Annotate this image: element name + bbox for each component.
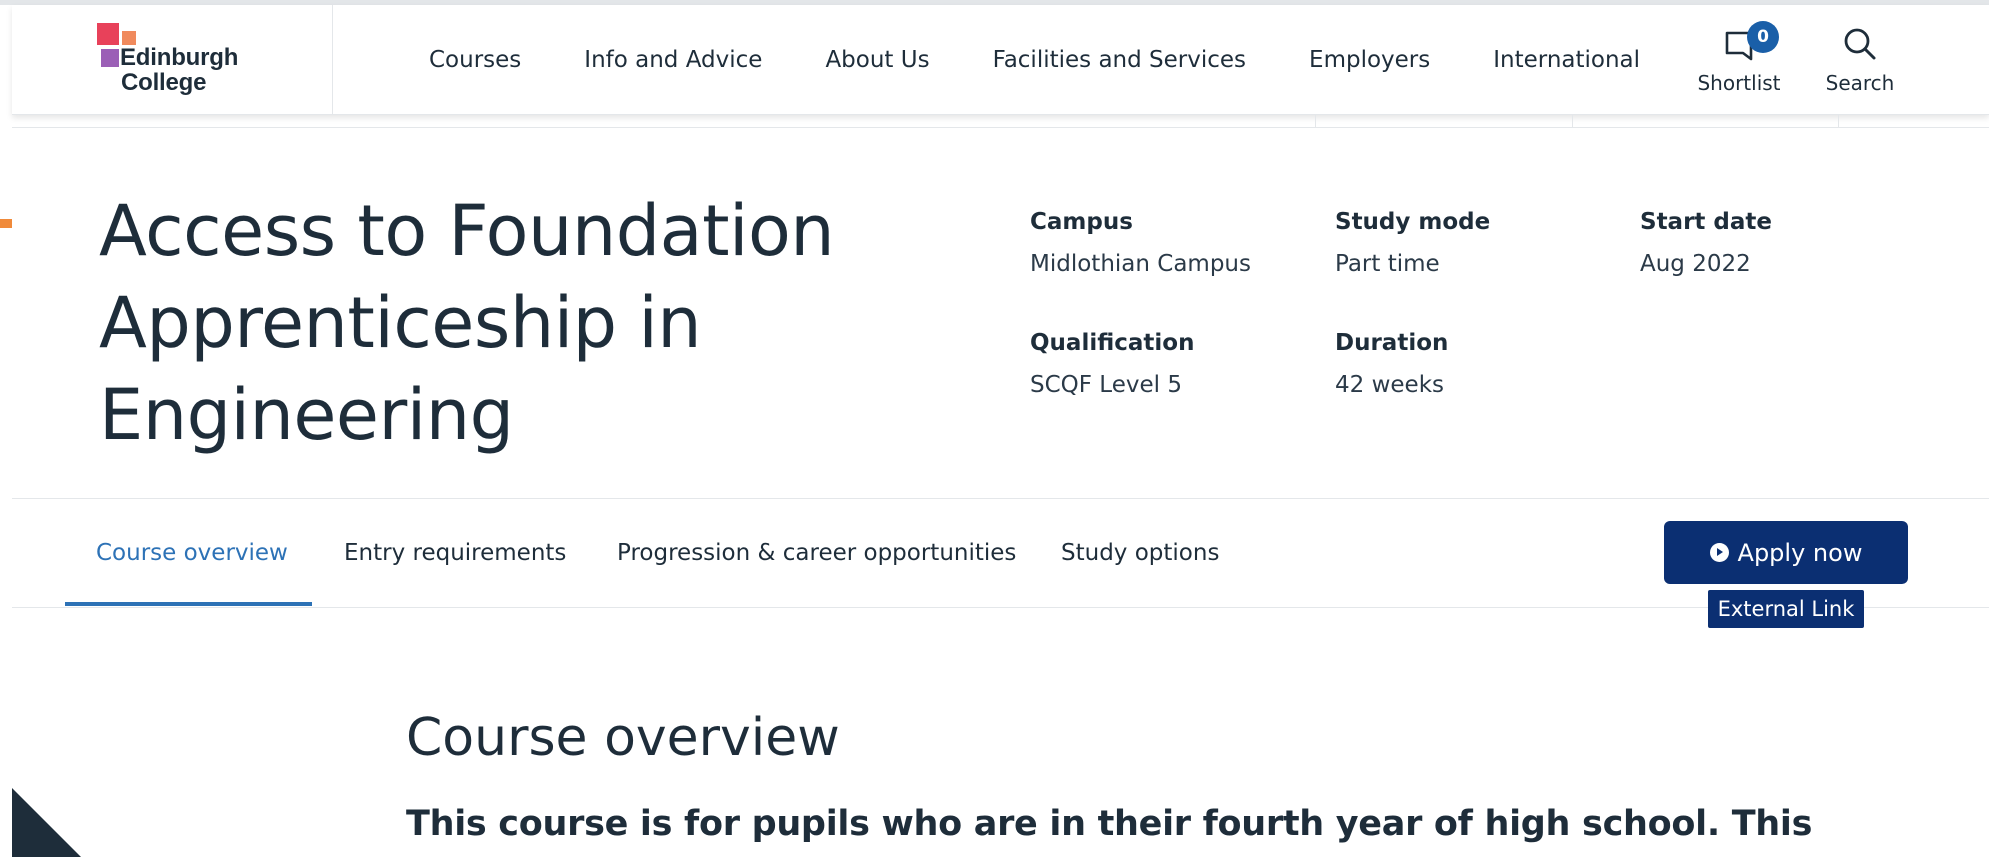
overview-heading: Course overview <box>406 708 840 768</box>
campus-label: Campus <box>1030 209 1133 235</box>
nav-international[interactable]: International <box>1493 47 1640 73</box>
logo-square-purple <box>101 49 119 67</box>
divider-tick <box>1315 115 1316 127</box>
shortlist-count-badge: 0 <box>1747 21 1779 53</box>
meta-study-mode: Study mode Part time <box>1335 207 1490 279</box>
site-header: Edinburgh College Courses Info and Advic… <box>12 5 1989 115</box>
course-title: Access to Foundation Apprenticeship in E… <box>99 190 835 456</box>
meta-qualification: Qualification SCQF Level 5 <box>1030 328 1194 400</box>
logo-square-orange <box>122 31 136 45</box>
nav-courses[interactable]: Courses <box>429 47 521 73</box>
overview-lead-text: This course is for pupils who are in the… <box>406 804 1813 844</box>
tabs-bottom-border <box>12 607 1989 608</box>
nav-employers[interactable]: Employers <box>1309 47 1430 73</box>
decorative-triangle <box>12 788 82 857</box>
duration-label: Duration <box>1335 330 1449 356</box>
tab-progression-career[interactable]: Progression & career opportunities <box>617 540 1016 566</box>
nav-about-us[interactable]: About Us <box>825 47 929 73</box>
logo-wordmark: Edinburgh College <box>120 45 238 95</box>
duration-value: 42 weeks <box>1335 372 1444 398</box>
shortlist-button[interactable]: 0 Shortlist <box>1689 21 1789 95</box>
active-tab-indicator <box>65 602 312 606</box>
logo-line-1: Edinburgh <box>120 44 239 71</box>
study-mode-label: Study mode <box>1335 209 1491 235</box>
search-label: Search <box>1825 71 1895 95</box>
header-subrule <box>12 127 1989 128</box>
search-button[interactable]: Search <box>1810 23 1910 95</box>
main-nav: Courses Info and Advice About Us Facilit… <box>429 5 1640 115</box>
external-link-tooltip: External Link <box>1708 590 1864 628</box>
meta-start-date: Start date Aug 2022 <box>1640 207 1772 279</box>
qualification-label: Qualification <box>1030 330 1195 356</box>
meta-duration: Duration 42 weeks <box>1335 328 1448 400</box>
bookmark-icon: 0 <box>1689 21 1789 63</box>
study-mode-value: Part time <box>1335 251 1440 277</box>
start-date-label: Start date <box>1640 209 1773 235</box>
tab-entry-requirements[interactable]: Entry requirements <box>344 540 566 566</box>
nav-facilities-and-services[interactable]: Facilities and Services <box>993 47 1246 73</box>
apply-now-button[interactable]: Apply now <box>1664 521 1908 584</box>
tab-course-overview[interactable]: Course overview <box>96 540 288 566</box>
apply-now-label: Apply now <box>1737 538 1863 567</box>
shortlist-label: Shortlist <box>1697 71 1781 95</box>
tabs-top-border <box>12 498 1989 499</box>
accent-mark <box>0 219 12 228</box>
search-icon <box>1810 23 1910 63</box>
divider-tick <box>1838 115 1839 127</box>
nav-info-and-advice[interactable]: Info and Advice <box>584 47 762 73</box>
tab-study-options[interactable]: Study options <box>1061 540 1219 566</box>
college-logo[interactable]: Edinburgh College <box>12 5 333 115</box>
start-date-value: Aug 2022 <box>1640 251 1751 277</box>
divider-tick <box>1572 115 1573 127</box>
meta-campus: Campus Midlothian Campus <box>1030 207 1251 279</box>
circle-chevron-right-icon <box>1709 543 1729 562</box>
qualification-value: SCQF Level 5 <box>1030 372 1182 398</box>
campus-value: Midlothian Campus <box>1030 251 1251 277</box>
logo-square-red <box>97 23 119 45</box>
logo-line-2: College <box>121 69 207 96</box>
